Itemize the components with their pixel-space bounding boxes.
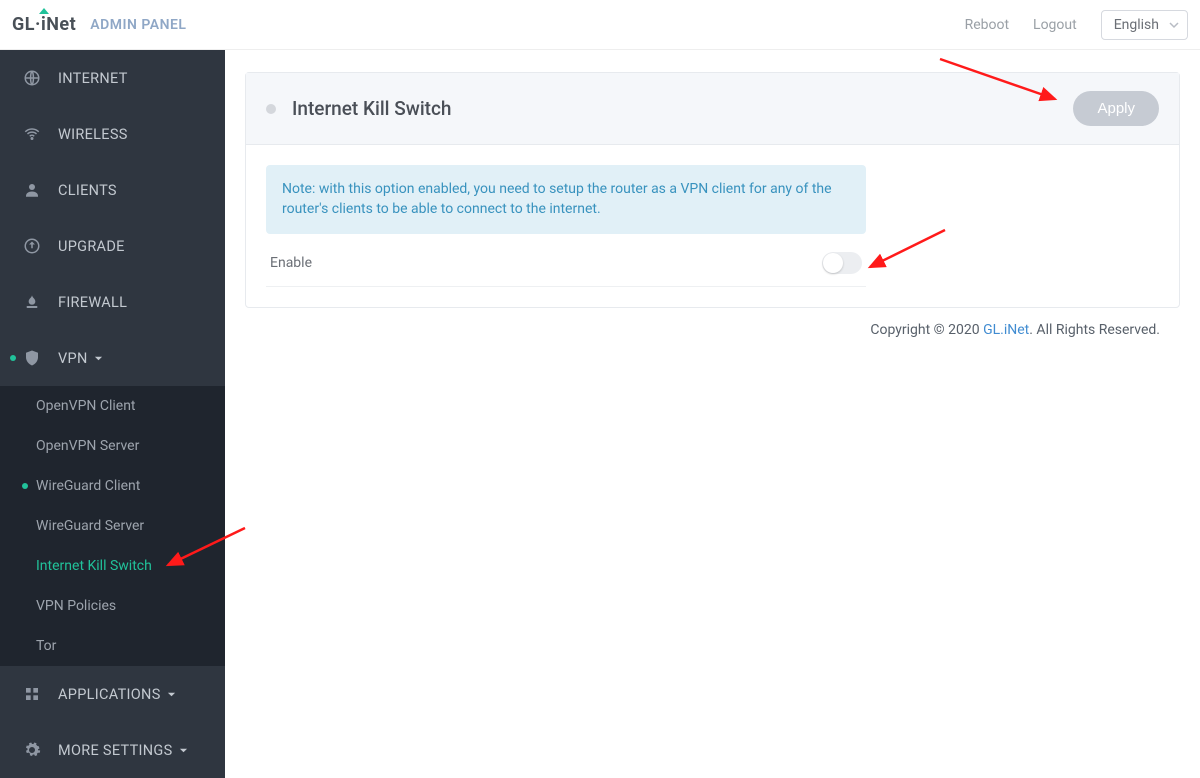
panel-header: Internet Kill Switch Apply xyxy=(246,73,1179,145)
caret-down-icon xyxy=(167,686,176,703)
sidebar-item-label: WIRELESS xyxy=(58,126,128,143)
language-value: English xyxy=(1114,17,1159,33)
submenu-vpn-policies[interactable]: VPN Policies xyxy=(0,586,225,626)
main-content: Internet Kill Switch Apply Note: with th… xyxy=(225,50,1200,778)
submenu-label: OpenVPN Client xyxy=(36,398,136,414)
upload-icon xyxy=(22,236,42,256)
sidebar-item-label: FIREWALL xyxy=(58,294,127,311)
submenu-label: WireGuard Client xyxy=(36,478,140,494)
footer-link[interactable]: GL.iNet xyxy=(983,322,1029,338)
submenu-label: VPN Policies xyxy=(36,598,116,614)
page-title: Internet Kill Switch xyxy=(292,97,452,120)
user-icon xyxy=(22,180,42,200)
submenu-wireguard-server[interactable]: WireGuard Server xyxy=(0,506,225,546)
footer-suffix: . All Rights Reserved. xyxy=(1029,322,1160,338)
language-select[interactable]: English xyxy=(1101,10,1188,40)
sidebar-item-firewall[interactable]: FIREWALL xyxy=(0,274,225,330)
apply-button[interactable]: Apply xyxy=(1073,91,1159,126)
status-dot-on xyxy=(22,483,28,489)
logo: GL·iNet ADMIN PANEL xyxy=(12,14,186,35)
wifi-icon xyxy=(22,124,42,144)
sidebar-item-clients[interactable]: CLIENTS xyxy=(0,162,225,218)
caret-down-icon xyxy=(179,742,188,759)
caret-down-icon xyxy=(94,350,103,367)
submenu-openvpn-client[interactable]: OpenVPN Client xyxy=(0,386,225,426)
status-dot-on xyxy=(10,355,16,361)
sidebar-item-label: CLIENTS xyxy=(58,182,117,199)
gear-icon xyxy=(22,740,42,760)
sidebar-item-more-settings[interactable]: MORE SETTINGS xyxy=(0,722,225,778)
enable-toggle[interactable] xyxy=(822,252,862,274)
submenu-label: WireGuard Server xyxy=(36,518,144,534)
sidebar-item-label: INTERNET xyxy=(58,70,128,87)
apps-icon xyxy=(22,684,42,704)
submenu-openvpn-server[interactable]: OpenVPN Server xyxy=(0,426,225,466)
note-alert: Note: with this option enabled, you need… xyxy=(266,165,866,234)
shield-icon xyxy=(22,348,42,368)
sidebar: INTERNET WIRELESS CLIENTS UPGRADE xyxy=(0,50,225,778)
submenu-wireguard-client[interactable]: WireGuard Client xyxy=(0,466,225,506)
admin-panel-label: ADMIN PANEL xyxy=(90,17,186,33)
vpn-submenu: OpenVPN Client OpenVPN Server WireGuard … xyxy=(0,386,225,666)
submenu-tor[interactable]: Tor xyxy=(0,626,225,666)
enable-row: Enable xyxy=(266,234,866,287)
submenu-label: Tor xyxy=(36,638,56,654)
logout-link[interactable]: Logout xyxy=(1033,17,1077,33)
sidebar-item-wireless[interactable]: WIRELESS xyxy=(0,106,225,162)
header: GL·iNet ADMIN PANEL Reboot Logout Englis… xyxy=(0,0,1200,50)
status-dot-off xyxy=(266,104,276,114)
submenu-label: Internet Kill Switch xyxy=(36,558,152,574)
sidebar-item-label: VPN xyxy=(58,350,88,367)
footer-prefix: Copyright © 2020 xyxy=(870,322,983,338)
reboot-link[interactable]: Reboot xyxy=(965,17,1009,33)
sidebar-item-label: MORE SETTINGS xyxy=(58,742,173,759)
sidebar-item-vpn[interactable]: VPN xyxy=(0,330,225,386)
enable-label: Enable xyxy=(270,255,312,271)
footer: Copyright © 2020 GL.iNet. All Rights Res… xyxy=(245,308,1180,352)
chevron-down-icon xyxy=(1169,20,1179,30)
sidebar-item-applications[interactable]: APPLICATIONS xyxy=(0,666,225,722)
globe-icon xyxy=(22,68,42,88)
toggle-knob xyxy=(823,253,843,273)
sidebar-item-label: UPGRADE xyxy=(58,238,125,255)
sidebar-item-upgrade[interactable]: UPGRADE xyxy=(0,218,225,274)
firewall-icon xyxy=(22,292,42,312)
kill-switch-panel: Internet Kill Switch Apply Note: with th… xyxy=(245,72,1180,308)
sidebar-item-label: APPLICATIONS xyxy=(58,686,161,703)
submenu-label: OpenVPN Server xyxy=(36,438,139,454)
sidebar-item-internet[interactable]: INTERNET xyxy=(0,50,225,106)
logo-text: GL·iNet xyxy=(12,14,76,35)
submenu-internet-kill-switch[interactable]: Internet Kill Switch xyxy=(0,546,225,586)
